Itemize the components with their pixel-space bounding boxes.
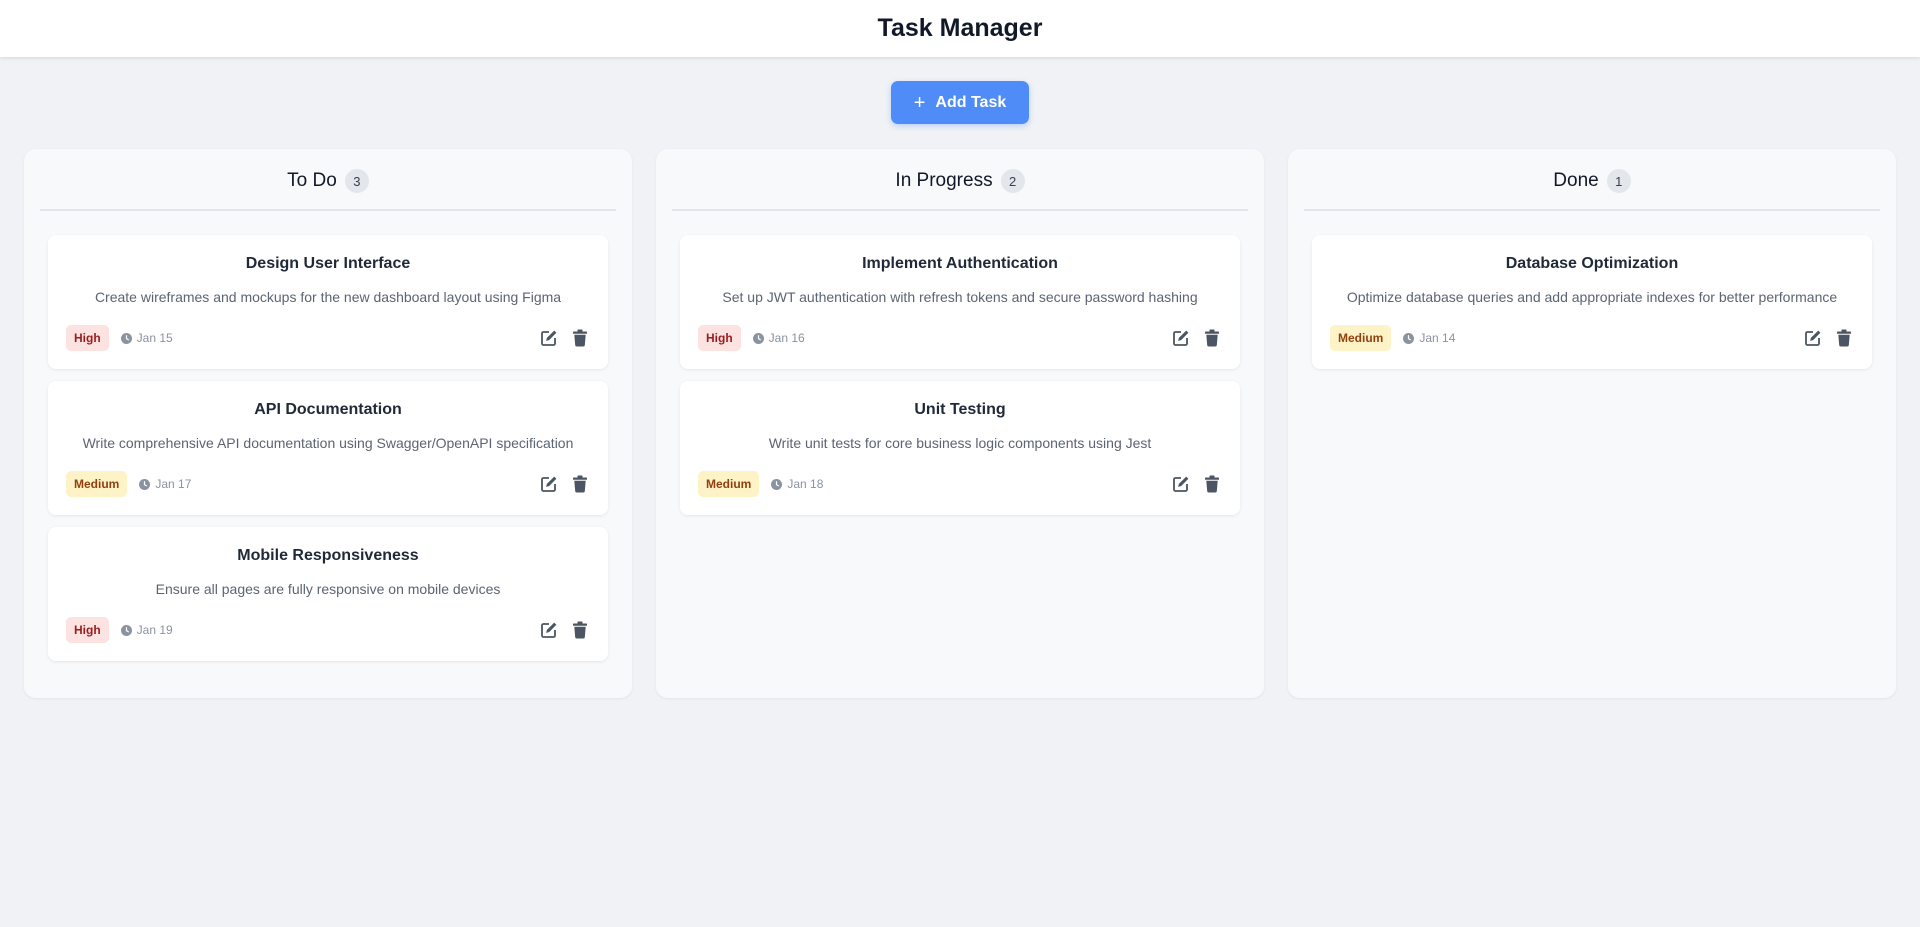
column-title: To Do — [287, 170, 337, 191]
due-date-text: Jan 19 — [136, 623, 173, 637]
due-date: Jan 18 — [771, 477, 823, 491]
priority-badge: High — [66, 325, 109, 351]
card-list: Database Optimization Optimize database … — [1304, 211, 1880, 369]
priority-badge: High — [66, 617, 109, 643]
task-title: Unit Testing — [914, 401, 1006, 418]
card-list: Design User Interface Create wireframes … — [40, 211, 616, 661]
clock-icon — [120, 624, 132, 636]
due-date-text: Jan 16 — [768, 331, 805, 345]
plus-icon: + — [913, 91, 926, 114]
task-actions — [540, 475, 590, 493]
app-header: Task Manager — [0, 0, 1920, 57]
due-date: Jan 15 — [120, 331, 173, 345]
task-footer: High Jan 19 — [66, 617, 590, 643]
card-list: Implement Authentication Set up JWT auth… — [672, 211, 1248, 515]
task-card[interactable]: Implement Authentication Set up JWT auth… — [680, 235, 1240, 369]
task-footer: Medium Jan 17 — [66, 471, 590, 497]
clock-icon — [771, 478, 783, 490]
edit-icon[interactable] — [1172, 329, 1190, 347]
column-title: In Progress — [895, 170, 993, 191]
column-title: Done — [1553, 170, 1599, 191]
task-title: Mobile Responsiveness — [237, 547, 419, 564]
add-task-button[interactable]: + Add Task — [891, 81, 1029, 124]
due-date-text: Jan 15 — [136, 331, 173, 345]
task-card[interactable]: Mobile Responsiveness Ensure all pages a… — [48, 527, 608, 661]
task-description: Create wireframes and mockups for the ne… — [94, 289, 562, 305]
task-footer: Medium Jan 14 — [1330, 325, 1854, 351]
priority-badge: Medium — [66, 471, 128, 497]
task-footer: Medium Jan 18 — [698, 471, 1222, 497]
trash-icon[interactable] — [1836, 329, 1854, 347]
task-description: Set up JWT authentication with refresh t… — [722, 289, 1198, 305]
due-date: Jan 14 — [1403, 331, 1455, 345]
edit-icon[interactable] — [1172, 475, 1190, 493]
task-title: API Documentation — [254, 401, 402, 418]
page-title: Task Manager — [877, 14, 1043, 42]
task-description: Optimize database queries and add approp… — [1346, 289, 1838, 305]
priority-badge: Medium — [698, 471, 760, 497]
priority-badge: High — [698, 325, 741, 351]
clock-icon — [752, 332, 764, 344]
task-card[interactable]: Unit Testing Write unit tests for core b… — [680, 381, 1240, 515]
task-description: Write unit tests for core business logic… — [768, 435, 1152, 451]
due-date-text: Jan 18 — [787, 477, 824, 491]
column-count-badge: 2 — [1000, 169, 1025, 193]
trash-icon[interactable] — [572, 329, 590, 347]
column-header: Done 1 — [1304, 149, 1880, 211]
task-card[interactable]: Database Optimization Optimize database … — [1312, 235, 1872, 369]
add-task-label: Add Task — [935, 93, 1007, 111]
due-date: Jan 16 — [752, 331, 805, 345]
trash-icon[interactable] — [1204, 329, 1222, 347]
trash-icon[interactable] — [572, 475, 590, 493]
trash-icon[interactable] — [572, 621, 590, 639]
priority-badge: Medium — [1330, 325, 1392, 351]
due-date-text: Jan 14 — [1419, 331, 1456, 345]
due-date-text: Jan 17 — [155, 477, 192, 491]
toolbar: + Add Task — [0, 81, 1920, 124]
column-todo: To Do 3 Design User Interface Create wir… — [24, 149, 632, 698]
edit-icon[interactable] — [540, 621, 558, 639]
task-actions — [1172, 329, 1222, 347]
edit-icon[interactable] — [1804, 329, 1822, 347]
column-header: In Progress 2 — [672, 149, 1248, 211]
column-count-badge: 3 — [344, 169, 369, 193]
edit-icon[interactable] — [540, 329, 558, 347]
column-in-progress: In Progress 2 Implement Authentication S… — [656, 149, 1264, 698]
task-actions — [540, 621, 590, 639]
column-count-badge: 1 — [1606, 169, 1631, 193]
column-done: Done 1 Database Optimization Optimize da… — [1288, 149, 1896, 698]
clock-icon — [139, 478, 151, 490]
task-title: Database Optimization — [1505, 255, 1679, 272]
task-actions — [540, 329, 590, 347]
task-description: Ensure all pages are fully responsive on… — [155, 581, 501, 597]
task-actions — [1172, 475, 1222, 493]
due-date: Jan 17 — [139, 477, 191, 491]
column-header: To Do 3 — [40, 149, 616, 211]
kanban-board: To Do 3 Design User Interface Create wir… — [0, 149, 1920, 698]
task-card[interactable]: API Documentation Write comprehensive AP… — [48, 381, 608, 515]
task-title: Design User Interface — [245, 255, 411, 272]
task-footer: High Jan 16 — [698, 325, 1222, 351]
task-title: Implement Authentication — [862, 255, 1058, 272]
task-description: Write comprehensive API documentation us… — [82, 435, 574, 451]
task-actions — [1804, 329, 1854, 347]
task-card[interactable]: Design User Interface Create wireframes … — [48, 235, 608, 369]
edit-icon[interactable] — [540, 475, 558, 493]
clock-icon — [1403, 332, 1415, 344]
trash-icon[interactable] — [1204, 475, 1222, 493]
task-footer: High Jan 15 — [66, 325, 590, 351]
due-date: Jan 19 — [120, 623, 173, 637]
clock-icon — [120, 332, 132, 344]
